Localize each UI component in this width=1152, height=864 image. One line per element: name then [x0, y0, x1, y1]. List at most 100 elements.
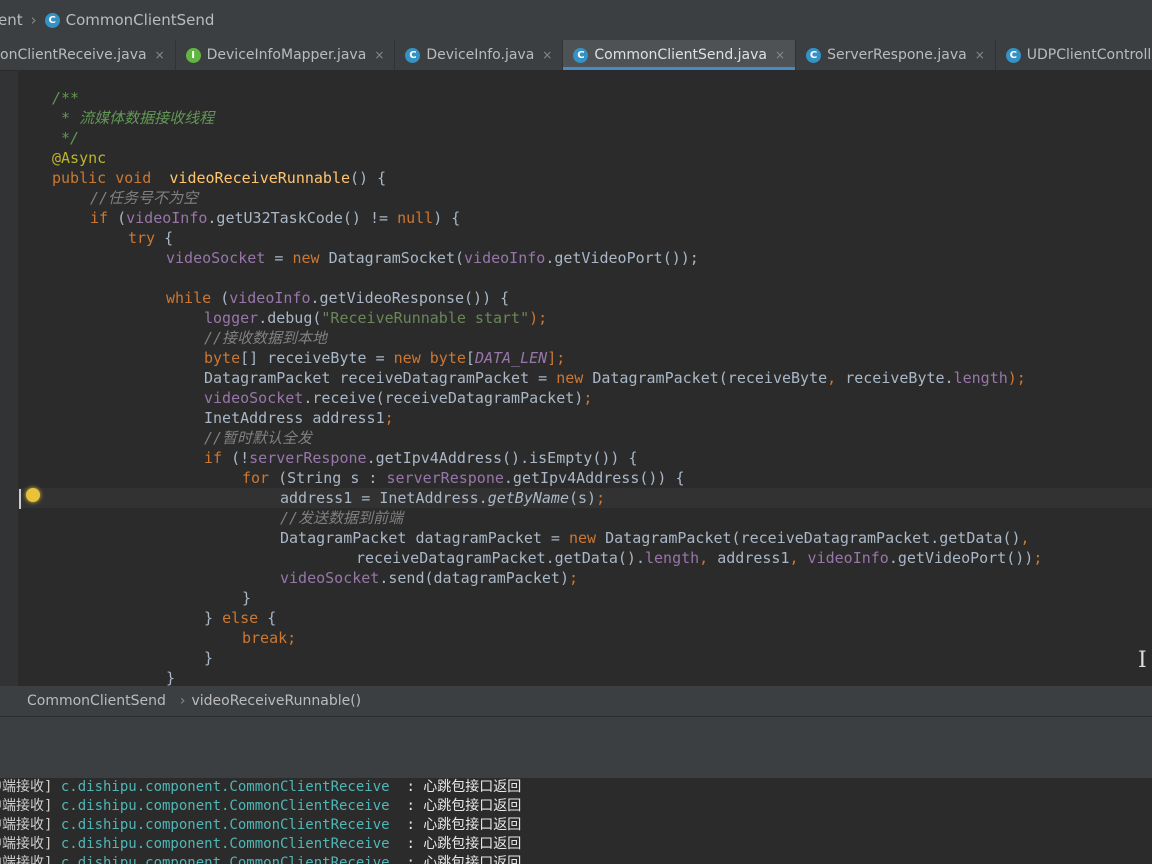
tab-label: DeviceInfo.java — [426, 47, 535, 63]
code-token: address1 — [717, 549, 790, 567]
tab-deviceinfomapper[interactable]: I DeviceInfoMapper.java × — [176, 40, 396, 70]
chevron-right-icon: › — [179, 693, 186, 709]
editor-gutter[interactable] — [0, 71, 18, 686]
console-msg: : 心跳包接口返回 — [389, 779, 522, 795]
close-icon[interactable]: × — [975, 48, 985, 62]
code-token: (String s : — [278, 469, 387, 487]
code-line[interactable]: //任务号不为空 — [90, 188, 198, 208]
console-logger: c.dishipu.component.CommonClientReceive — [60, 836, 390, 852]
console-line: 中端接收] c.dishipu.component.CommonClientRe… — [0, 778, 521, 797]
code-token: null — [397, 209, 434, 227]
code-line[interactable]: } — [204, 648, 213, 668]
code-line[interactable]: //接收数据到本地 — [204, 328, 327, 348]
code-token: getByName — [487, 489, 569, 507]
code-line[interactable]: } else { — [204, 608, 276, 628]
code-line[interactable]: videoSocket.send(datagramPacket); — [280, 568, 578, 588]
code-line[interactable]: receiveDatagramPacket.getData().length, … — [356, 548, 1042, 568]
code-token: .receive(receiveDatagramPacket) — [303, 389, 584, 407]
code-line[interactable]: videoSocket.receive(receiveDatagramPacke… — [204, 388, 592, 408]
code-token: , — [1020, 529, 1030, 547]
code-breadcrumb: CommonClientSend › videoReceiveRunnable(… — [0, 686, 1152, 716]
code-line[interactable]: address1 = InetAddress.getByName(s); — [280, 488, 605, 508]
code-token: //任务号不为空 — [90, 189, 199, 207]
code-line[interactable]: while (videoInfo.getVideoResponse()) { — [166, 288, 509, 308]
nav-crumb-file[interactable]: CommonClientSend — [66, 11, 215, 29]
code-token: length — [953, 369, 1008, 387]
code-token: (! — [231, 449, 250, 467]
code-line[interactable]: if (!serverRespone.getIpv4Address().isEm… — [204, 448, 638, 468]
code-token: DATA_LEN — [474, 349, 548, 367]
console-prefix: 中端接收] — [0, 798, 53, 814]
code-token: .getU32TaskCode() != — [207, 209, 398, 227]
code-token: logger — [204, 309, 259, 327]
console-line: 中端接收] c.dishipu.component.CommonClientRe… — [0, 835, 521, 854]
code-token: videoInfo — [126, 209, 208, 227]
console-msg: : 心跳包接口返回 — [389, 855, 522, 864]
code-editor[interactable]: /** * 流媒体数据接收线程 */@Async public void vide… — [0, 71, 1152, 688]
code-token: [] receiveByte = — [240, 349, 394, 367]
class-icon: C — [405, 47, 421, 63]
code-line[interactable]: byte[] receiveByte = new byte[DATA_LEN]; — [204, 348, 565, 368]
code-token: videoSocket — [204, 389, 304, 407]
code-token: receiveDatagramPacket.getData(). — [356, 549, 645, 567]
code-line[interactable]: logger.debug("ReceiveRunnable start"); — [204, 308, 547, 328]
code-line[interactable]: } — [166, 668, 175, 688]
code-token: * 流媒体数据接收线程 — [52, 109, 215, 127]
code-line[interactable]: break; — [242, 628, 296, 648]
tab-label: onClientReceive.java — [0, 47, 147, 63]
intention-bulb-icon[interactable] — [26, 488, 40, 502]
code-line[interactable]: DatagramPacket receiveDatagramPacket = n… — [204, 368, 1026, 388]
code-token: "ReceiveRunnable start" — [321, 309, 530, 327]
close-icon[interactable]: × — [775, 48, 785, 62]
code-token: else — [222, 609, 268, 627]
code-token: if — [90, 209, 118, 227]
breadcrumb-class[interactable]: CommonClientSend — [27, 693, 166, 709]
navigation-bar: ent › C CommonClientSend — [0, 0, 1152, 40]
code-token: DatagramPacket datagramPacket = — [280, 529, 569, 547]
class-icon: C — [1005, 47, 1021, 63]
code-line[interactable]: for (String s : serverRespone.getIpv4Add… — [242, 468, 685, 488]
code-token: .getVideoPort()) — [888, 549, 1034, 567]
tab-serverrespone[interactable]: C ServerRespone.java × — [796, 40, 996, 70]
close-icon[interactable]: × — [374, 48, 384, 62]
code-line[interactable]: public void videoReceiveRunnable() { — [52, 168, 386, 188]
console-line: 中端接收] c.dishipu.component.CommonClientRe… — [0, 816, 521, 835]
code-token: .debug( — [258, 309, 322, 327]
nav-crumb-project[interactable]: ent — [0, 11, 23, 29]
code-token: , — [827, 369, 846, 387]
code-line[interactable]: if (videoInfo.getU32TaskCode() != null) … — [90, 208, 460, 228]
code-line[interactable]: /** — [52, 88, 79, 108]
tab-label: UDPClientController.java — [1026, 47, 1152, 63]
code-line[interactable]: DatagramPacket datagramPacket = new Data… — [280, 528, 1030, 548]
code-token: } — [204, 609, 223, 627]
code-line[interactable]: videoSocket = new DatagramSocket(videoIn… — [166, 248, 699, 268]
breadcrumb-method[interactable]: videoReceiveRunnable() — [191, 693, 361, 709]
code-line[interactable]: } — [242, 588, 251, 608]
interface-icon: I — [185, 47, 201, 63]
close-icon[interactable]: × — [155, 48, 165, 62]
tab-onclientreceive[interactable]: ConClientReceive.java× — [0, 40, 176, 70]
close-icon[interactable]: × — [542, 48, 552, 62]
code-token: ; — [583, 389, 593, 407]
class-icon: C — [573, 47, 589, 63]
code-line[interactable]: * 流媒体数据接收线程 — [52, 108, 214, 128]
code-token: .getVideoPort()); — [545, 249, 699, 267]
code-line[interactable]: @Async — [52, 148, 106, 168]
text-caret — [19, 489, 21, 509]
tab-commonclientsend[interactable]: C CommonClientSend.java × — [563, 40, 797, 70]
code-line[interactable]: InetAddress address1; — [204, 408, 394, 428]
console-logger: c.dishipu.component.CommonClientReceive — [60, 817, 390, 833]
code-line[interactable]: try { — [128, 228, 173, 248]
code-token: public void — [52, 169, 161, 187]
code-line[interactable]: //发送数据到前端 — [280, 508, 403, 528]
tab-udpclientcontroller[interactable]: C UDPClientController.java — [996, 40, 1152, 70]
code-token: { — [267, 609, 277, 627]
run-console[interactable]: 中端接收] c.dishipu.component.CommonClientRe… — [0, 778, 1152, 864]
code-token: if — [204, 449, 232, 467]
console-prefix: 中端接收] — [0, 836, 53, 852]
tab-deviceinfo[interactable]: C DeviceInfo.java × — [395, 40, 564, 70]
code-line[interactable]: */ — [52, 128, 79, 148]
code-token: ); — [1007, 369, 1026, 387]
code-line[interactable]: //暂时默认全发 — [204, 428, 312, 448]
code-token: /** — [52, 89, 80, 107]
